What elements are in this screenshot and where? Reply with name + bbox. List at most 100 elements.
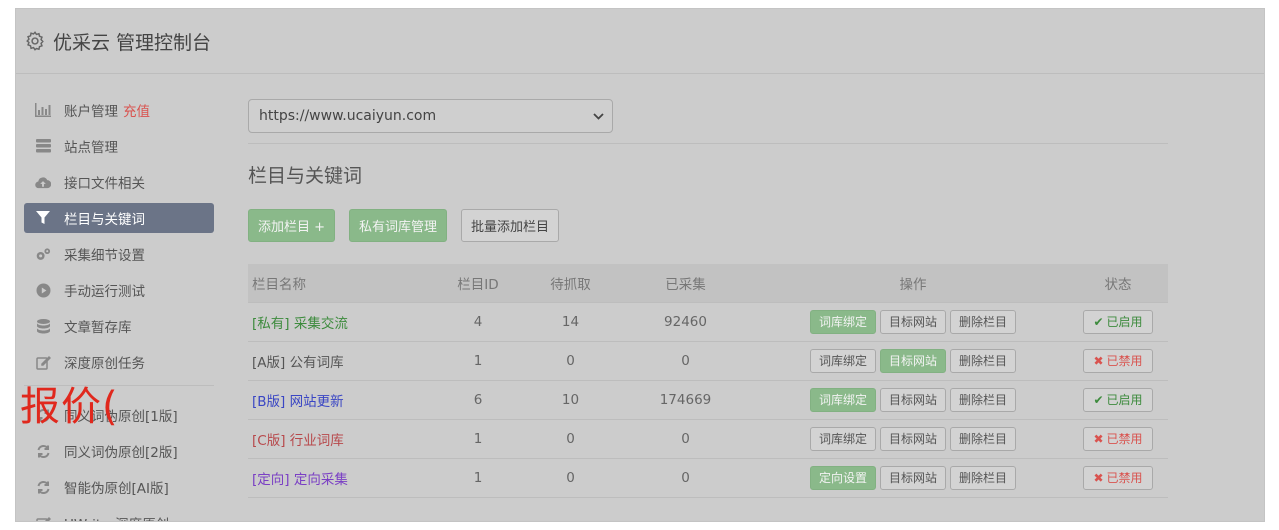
- collected-count: 0: [613, 457, 758, 498]
- column-id: 6: [428, 379, 528, 419]
- status-cell: ✔ 已启用: [1068, 379, 1168, 419]
- sidebar-item-uwriter[interactable]: UWriter深度原创: [24, 508, 214, 521]
- sidebar-item-label: 采集细节设置: [64, 248, 145, 264]
- column-tag: [定向]: [252, 471, 290, 488]
- column-header: 已采集: [665, 276, 706, 293]
- sidebar-item-sites[interactable]: 站点管理: [24, 131, 214, 161]
- lexicon-bind-button[interactable]: 词库绑定: [809, 387, 876, 412]
- recharge-link[interactable]: 充值: [123, 100, 150, 120]
- lexicon-bind-button[interactable]: 定向设置: [809, 465, 876, 490]
- delete-column-button[interactable]: 删除栏目: [950, 348, 1017, 373]
- status-cell: ✖ 已禁用: [1068, 418, 1168, 458]
- refresh-icon: [35, 443, 51, 459]
- sidebar-item-label: 站点管理: [64, 140, 118, 156]
- pending-count: 14: [528, 301, 613, 341]
- status-label: 已启用: [1106, 315, 1143, 329]
- batch-add-button[interactable]: 批量添加栏目: [461, 209, 560, 242]
- table-row: [B版] 网站更新 6 10 174669 词库绑定 目标网站 删除栏目 ✔ 已启用: [248, 379, 1168, 419]
- pending-count: 10: [528, 379, 613, 419]
- target-site-button[interactable]: 目标网站: [879, 348, 946, 373]
- play-circle-icon: [35, 282, 51, 298]
- lexicon-bind-button[interactable]: 词库绑定: [809, 309, 876, 334]
- column-name: 网站更新: [289, 393, 344, 410]
- check-icon: ✔: [1093, 314, 1104, 329]
- target-site-button[interactable]: 目标网站: [879, 387, 946, 412]
- site-select[interactable]: https://www.ucaiyun.com: [248, 99, 613, 133]
- column-name: 行业词库: [289, 432, 344, 449]
- column-name-cell[interactable]: [A版] 公有词库: [248, 340, 428, 380]
- pending-count: 0: [528, 418, 613, 458]
- lexicon-bind-button[interactable]: 词库绑定: [809, 348, 876, 373]
- sidebar: 账户管理 充值 站点管理 接口文件相关 栏目与关键词 采集细节设置 手动运行测试…: [24, 95, 214, 521]
- sidebar-item-synonym-v2[interactable]: 同义词伪原创[2版]: [24, 436, 214, 466]
- bar-chart-icon: [35, 102, 51, 118]
- lexicon-bind-button[interactable]: 词库绑定: [809, 426, 876, 451]
- column-name-cell[interactable]: [定向] 定向采集: [248, 457, 428, 498]
- sidebar-item-label: 账户管理: [64, 104, 118, 120]
- status-label: 已启用: [1106, 393, 1143, 407]
- column-header: 栏目名称: [252, 276, 306, 293]
- sidebar-item-collect-settings[interactable]: 采集细节设置: [24, 239, 214, 269]
- sidebar-item-interface[interactable]: 接口文件相关: [24, 167, 214, 197]
- status-label: 已禁用: [1106, 432, 1143, 446]
- column-name: 公有词库: [289, 354, 344, 371]
- table-row: [A版] 公有词库 1 0 0 词库绑定 目标网站 删除栏目 ✖ 已禁用: [248, 340, 1168, 380]
- private-lexicon-button[interactable]: 私有词库管理: [349, 209, 448, 242]
- sidebar-item-ai-rewrite[interactable]: 智能伪原创[AI版]: [24, 472, 214, 502]
- delete-column-button[interactable]: 删除栏目: [950, 426, 1017, 451]
- add-column-button[interactable]: 添加栏目 +: [248, 209, 336, 242]
- column-name-cell[interactable]: [C版] 行业词库: [248, 418, 428, 458]
- column-name-cell[interactable]: [B版] 网站更新: [248, 379, 428, 419]
- sidebar-item-label: 深度原创任务: [64, 356, 145, 372]
- target-site-button[interactable]: 目标网站: [879, 309, 946, 334]
- sidebar-item-label: UWriter深度原创: [64, 513, 169, 521]
- operations-cell: 词库绑定 目标网站 删除栏目: [758, 340, 1068, 380]
- sidebar-item-columns-keywords[interactable]: 栏目与关键词: [24, 203, 214, 233]
- column-tag: [私有]: [252, 315, 290, 332]
- status-toggle[interactable]: ✖ 已禁用: [1083, 465, 1153, 490]
- divider: [248, 143, 1168, 144]
- column-name: 定向采集: [293, 471, 348, 488]
- status-toggle[interactable]: ✖ 已禁用: [1083, 348, 1153, 373]
- sidebar-item-label: 文章暂存库: [64, 320, 132, 336]
- refresh-icon: [35, 479, 51, 495]
- target-site-button[interactable]: 目标网站: [879, 426, 946, 451]
- status-toggle[interactable]: ✔ 已启用: [1083, 309, 1153, 334]
- collected-count: 92460: [613, 301, 758, 341]
- database-icon: [35, 318, 51, 334]
- sidebar-item-account[interactable]: 账户管理 充值: [24, 95, 214, 125]
- column-name-cell[interactable]: [私有] 采集交流: [248, 301, 428, 341]
- pending-count: 0: [528, 340, 613, 380]
- delete-column-button[interactable]: 删除栏目: [950, 387, 1017, 412]
- columns-table: 栏目名称 栏目ID 待抓取 已采集 操作 状态 [私有] 采集交流 4 14 9246…: [248, 264, 1168, 498]
- column-header: 栏目ID: [457, 276, 499, 293]
- table-row: [私有] 采集交流 4 14 92460 词库绑定 目标网站 删除栏目 ✔ 已启用: [248, 301, 1168, 341]
- sidebar-item-article-store[interactable]: 文章暂存库: [24, 311, 214, 341]
- status-toggle[interactable]: ✖ 已禁用: [1083, 426, 1153, 451]
- column-id: 1: [428, 340, 528, 380]
- sidebar-item-label: 接口文件相关: [64, 176, 145, 192]
- sidebar-item-label: 智能伪原创[AI版]: [64, 481, 169, 497]
- sidebar-item-deep-original[interactable]: 深度原创任务: [24, 347, 214, 377]
- cloud-upload-icon: [35, 174, 51, 190]
- cross-icon: ✖: [1093, 470, 1104, 485]
- main-content: https://www.ucaiyun.com 栏目与关键词 添加栏目 + 私有…: [248, 99, 1168, 498]
- status-cell: ✔ 已启用: [1068, 301, 1168, 341]
- top-bar: 优采云 管理控制台: [16, 9, 1264, 74]
- sidebar-item-manual-run[interactable]: 手动运行测试: [24, 275, 214, 305]
- target-site-button[interactable]: 目标网站: [879, 465, 946, 490]
- table-header: 栏目名称 栏目ID 待抓取 已采集 操作 状态: [248, 264, 1168, 302]
- cross-icon: ✖: [1093, 431, 1104, 446]
- column-id: 1: [428, 418, 528, 458]
- delete-column-button[interactable]: 删除栏目: [950, 309, 1017, 334]
- column-tag: [C版]: [252, 432, 286, 449]
- sidebar-item-label: 同义词伪原创[2版]: [64, 445, 178, 461]
- site-select-value: https://www.ucaiyun.com: [259, 108, 437, 124]
- gear-icon: [24, 30, 46, 52]
- sidebar-item-label: 栏目与关键词: [64, 212, 145, 228]
- pending-count: 0: [528, 457, 613, 498]
- status-toggle[interactable]: ✔ 已启用: [1083, 387, 1153, 412]
- toolbar: 添加栏目 + 私有词库管理 批量添加栏目: [248, 209, 1168, 242]
- column-header: 操作: [899, 276, 927, 293]
- delete-column-button[interactable]: 删除栏目: [950, 465, 1017, 490]
